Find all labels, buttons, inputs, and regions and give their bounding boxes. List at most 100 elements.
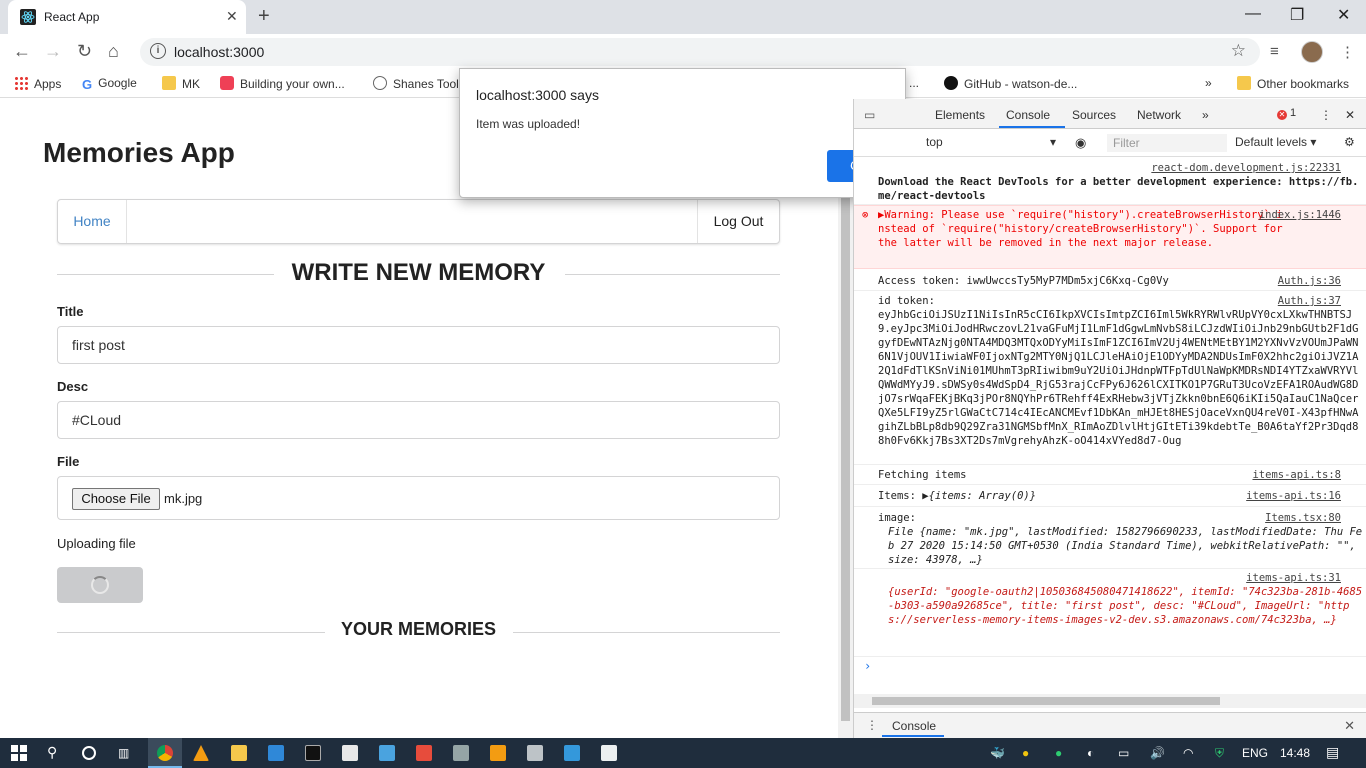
app-icon[interactable] [564,745,580,761]
console-prompt-icon[interactable]: › [864,659,871,673]
message-object[interactable]: File {name: "mk.jpg", lastModified: 1582… [878,525,1363,567]
file-explorer-icon[interactable] [231,745,247,761]
console-toolbar: top ▾ ◉ Filter Default levels ▾ ⚙ [854,129,1366,157]
avatar[interactable] [1301,41,1323,63]
browser-tab[interactable]: React App ✕ [8,0,246,34]
search-icon[interactable]: ⚲ [47,744,57,761]
forward-icon[interactable]: → [44,41,62,62]
upload-button[interactable] [57,567,143,603]
app-icon[interactable] [527,745,543,761]
tray-app-icon[interactable]: ● [1055,746,1062,760]
battery-icon[interactable]: ▭ [1118,746,1129,760]
mail-icon[interactable] [268,745,284,761]
tab-sources[interactable]: Sources [1072,108,1116,122]
tray-app-icon[interactable]: ◐ [1087,746,1094,760]
menu-icon[interactable]: ⋮ [1340,43,1355,61]
drawer-menu-icon[interactable]: ⋮ [866,718,878,732]
tray-app-icon[interactable]: ● [1022,746,1029,760]
bookmark-apps[interactable]: Apps [14,76,61,91]
source-link[interactable]: Items.tsx:80 [1265,511,1341,525]
home-link[interactable]: Home [58,200,127,243]
app-icon[interactable] [416,745,432,761]
maximize-icon[interactable]: ❐ [1290,5,1304,25]
chrome-taskbar-button[interactable] [148,738,182,768]
bookmark-star-icon[interactable]: ☆ [1231,41,1246,61]
memories-header-text: YOUR MEMORIES [340,619,496,639]
notepad-icon[interactable] [601,745,617,761]
scrollbar-thumb[interactable] [872,697,1220,705]
eye-icon[interactable]: ◉ [1075,135,1086,151]
memories-header: YOUR MEMORIES [57,617,780,647]
cortana-icon[interactable] [82,746,96,760]
logout-button[interactable]: Log Out [697,200,779,243]
wifi-icon[interactable]: ◠ [1183,746,1193,760]
error-count-badge[interactable]: ✕ 1 [1277,107,1296,120]
terminal-icon[interactable] [305,745,321,761]
console-drawer: ⋮ Console ✕ [854,712,1366,738]
notifications-icon[interactable]: ▤ [1326,744,1339,761]
close-devtools-icon[interactable]: ✕ [1345,108,1355,122]
minimize-icon[interactable]: — [1245,5,1261,23]
back-icon[interactable]: ← [13,41,31,62]
app-icon[interactable] [342,745,358,761]
docker-icon[interactable]: 🐳 [990,746,1005,760]
source-link[interactable]: items-api.ts:16 [1246,489,1341,503]
source-link[interactable]: items-api.ts:31 [1246,571,1341,585]
choose-file-button[interactable]: Choose File [72,488,160,510]
desc-input[interactable]: #CLoud [57,401,780,439]
title-input[interactable]: first post [57,326,780,364]
source-link[interactable]: Auth.js:37 [1278,294,1341,308]
apps-grid-icon [14,76,28,90]
database-icon[interactable] [453,745,469,761]
tab-elements[interactable]: Elements [935,108,985,122]
devtools-menu-icon[interactable]: ⋮ [1320,108,1332,122]
vlc-icon[interactable] [193,745,209,761]
app-icon[interactable] [379,745,395,761]
address-bar[interactable]: i localhost:3000 ☆ [140,38,1260,66]
source-link[interactable]: react-dom.development.js:22331 [1151,161,1341,175]
message-label: Items: [878,490,923,502]
more-tabs-icon[interactable]: » [1202,108,1209,122]
top-menu: Home Log Out [57,199,780,244]
source-link[interactable]: items-api.ts:8 [1252,468,1341,482]
file-label: File [57,454,80,469]
windows-start-icon[interactable] [11,745,27,761]
info-icon[interactable]: i [150,43,166,59]
task-view-icon[interactable]: ▥ [118,746,129,760]
tab-console[interactable]: Console [1006,108,1050,122]
volume-icon[interactable]: 🔊 [1150,746,1165,760]
message-text: eyJhbGciOiJSUzI1NiIsInR5cCI6IkpXVCIsImtp… [878,309,1359,447]
new-tab-icon[interactable]: + [258,5,270,28]
console-output: react-dom.development.js:22331 Download … [854,157,1366,687]
bookmark-shanes-tool[interactable]: Shanes Tool [373,76,459,91]
drawer-tab-console[interactable]: Console [892,719,936,733]
console-filter-input[interactable]: Filter [1107,134,1227,152]
reload-icon[interactable]: ↻ [77,41,92,62]
inspect-icon[interactable]: ▭ [864,108,875,122]
source-link[interactable]: index.js:1446 [1259,208,1341,222]
security-icon[interactable]: ⛨ [1215,746,1224,761]
chrome-icon [157,745,173,761]
bookmarks-overflow-icon[interactable]: » [1205,76,1212,90]
close-drawer-icon[interactable]: ✕ [1344,718,1355,734]
tab-network[interactable]: Network [1137,108,1181,122]
language-indicator[interactable]: ENG [1242,746,1268,760]
context-select[interactable]: top ▾ [926,135,1056,149]
bookmark-mk[interactable]: MK [162,76,200,91]
bookmark-building[interactable]: Building your own... [220,76,345,91]
clock[interactable]: 14:48 [1280,746,1310,760]
bookmark-truncated[interactable]: ... [909,76,919,90]
bookmark-other[interactable]: Other bookmarks [1237,76,1349,91]
home-icon[interactable]: ⌂ [108,41,119,62]
console-hscrollbar[interactable] [854,694,1366,708]
message-object[interactable]: ▶{items: Array(0)} [922,490,1036,502]
settings-gear-icon[interactable]: ⚙ [1344,135,1355,149]
sublime-icon[interactable] [490,745,506,761]
close-window-icon[interactable]: ✕ [1337,5,1350,25]
source-link[interactable]: Auth.js:36 [1278,274,1341,288]
bookmark-google[interactable]: G Google [82,76,137,92]
close-tab-icon[interactable]: ✕ [226,8,238,25]
bookmark-github[interactable]: GitHub - watson-de... [944,76,1077,91]
media-icon[interactable]: ≡ [1270,43,1279,60]
log-levels-select[interactable]: Default levels ▾ [1235,135,1316,149]
